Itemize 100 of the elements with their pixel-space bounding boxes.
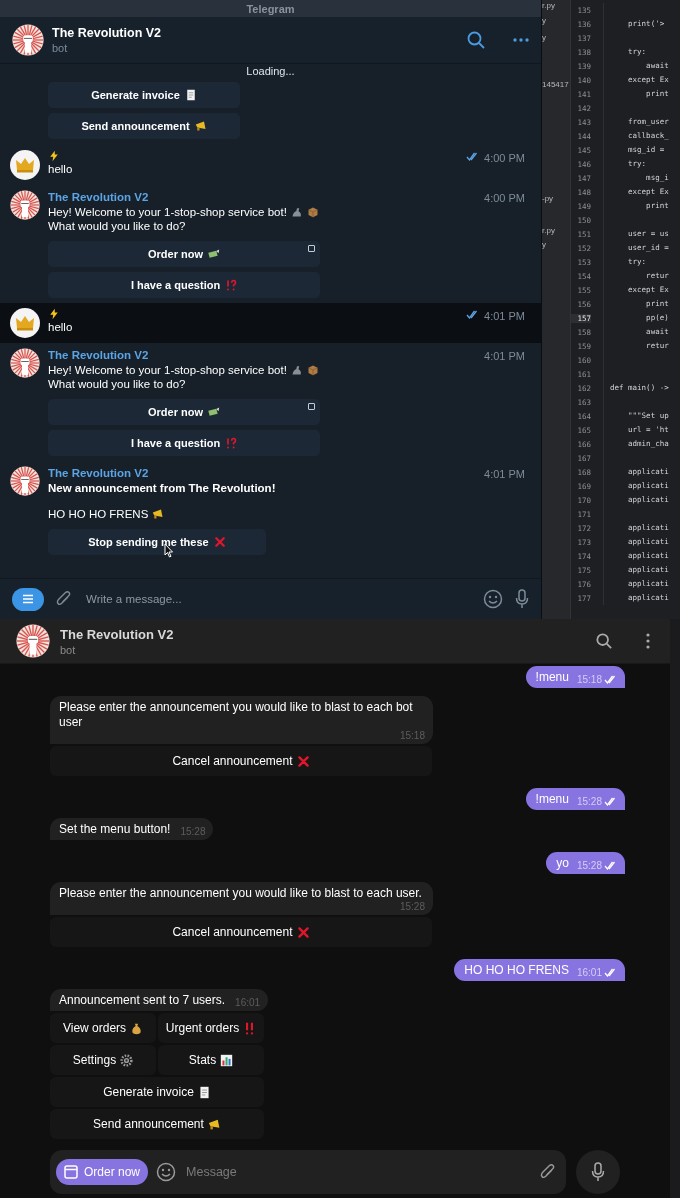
keyboard-button[interactable]: Stop sending me these [48,529,266,555]
fist-logo-avatar [10,190,40,220]
receipt-icon [197,1085,211,1099]
paperclip-icon[interactable] [540,1163,556,1181]
message-time: 15:28 [399,901,425,912]
chat-subtitle: bot [52,42,69,54]
fist-logo-avatar [12,24,44,56]
keyboard-button[interactable]: Cancel announcement [50,917,432,947]
message-text: Hey! Welcome to your 1-stop-shop service bot! [48,205,287,219]
keyboard-button[interactable]: Generate invoice [50,1077,264,1107]
more-button[interactable] [646,633,650,649]
more-button[interactable] [513,38,529,42]
search-button[interactable] [467,31,485,49]
chat-title: The Revolution V2 [52,26,163,40]
keyboard-button[interactable]: Send announcement [48,113,240,139]
keyboard-button[interactable]: Order now [48,399,320,425]
more-icon [646,633,650,649]
microphone-icon [591,1162,605,1182]
megaphone-icon [152,508,165,520]
message-text: Please enter the announcement you would like to blast to each user. [59,886,423,901]
window-title: Telegram [246,2,295,15]
chat-subtitle: bot [60,643,77,656]
fist-logo-avatar [16,624,50,658]
megaphone-icon [194,120,207,132]
emoji-icon[interactable] [156,1162,177,1182]
message-text: HO HO HO FRENS [48,507,149,521]
message-input[interactable]: Message [184,1164,532,1180]
window-icon [64,1165,78,1179]
message-time: 4:00 PM [484,152,525,164]
keyboard-button[interactable]: I have a question [48,430,320,456]
search-icon [467,31,485,49]
keyboard-button[interactable]: Generate invoice [48,82,240,108]
file-name[interactable]: y [542,15,570,26]
cross-icon [296,925,310,939]
message-input[interactable]: Write a message... [84,592,471,606]
file-name[interactable]: -py [542,193,570,204]
box-icon [306,206,319,218]
message-text: Hey! Welcome to your 1-stop-shop service bot! [48,363,287,377]
menu-icon [22,594,34,604]
message-text: !menu [535,791,569,807]
microphone-button[interactable] [576,1150,620,1194]
file-name[interactable]: y [542,239,570,250]
message-text: What would you like to do? [48,219,186,233]
fist-logo-avatar [10,466,40,496]
message-time: 16:01 [576,967,602,978]
sender-name: The Revolution V2 [48,348,149,363]
message-text: hello [48,320,73,334]
receipt-icon [184,89,197,101]
file-name[interactable]: y [542,32,570,43]
keyboard-button[interactable]: Stats [158,1045,264,1075]
keyboard-button[interactable]: Settings [50,1045,156,1075]
paperclip-icon[interactable] [56,590,72,608]
keyboard-button[interactable]: Send announcement [50,1109,264,1139]
keyboard-button[interactable]: Order now [48,241,320,267]
message-time: 16:01 [235,997,261,1008]
keyboard-button[interactable]: I have a question [48,272,320,298]
message-time: 15:28 [180,826,206,837]
cross-icon [213,536,226,548]
banknote-icon [208,406,220,418]
message-time: 4:01 PM [484,468,525,480]
message-time: 4:01 PM [484,310,525,322]
sender-name: The Revolution V2 [48,466,149,481]
interrobang-icon [225,437,238,449]
arm-icon [290,364,303,376]
keyboard-button[interactable]: Cancel announcement [50,746,432,776]
message-text: What would you like to do? [48,377,186,391]
microphone-icon[interactable] [515,589,529,609]
keyboard-button[interactable]: View orders [50,1013,156,1043]
emoji-icon[interactable] [483,589,503,609]
message-text: yo [556,855,569,871]
message-text: Announcement sent to 7 users. [59,993,226,1008]
web-app-icon [308,245,315,252]
crown-avatar [10,150,40,180]
keyboard-button[interactable]: Urgent orders [158,1013,264,1043]
message-text: New announcement from The Revolution! [48,481,276,495]
file-name[interactable]: r.py [542,225,570,236]
message-text: Set the menu button! [59,822,171,837]
lightning-icon [48,308,60,320]
fist-logo-avatar [10,348,40,378]
order-now-button[interactable]: Order now [56,1159,149,1185]
gear-icon [120,1053,134,1067]
web-app-icon [308,403,315,410]
loading-text: Loading... [246,65,295,77]
crown-avatar [10,308,40,338]
message-text: hello [48,162,73,176]
message-text: HO HO HO FRENS [464,962,569,978]
message-text: Please enter the announcement you would like to blast to each bot user [59,700,414,730]
message-time: 15:28 [576,796,602,807]
lightning-icon [48,150,60,162]
file-name[interactable]: 145417 [542,79,570,90]
menu-button[interactable] [12,587,44,611]
money-bag-icon [130,1021,144,1035]
more-icon [513,38,529,42]
arm-icon [290,206,303,218]
search-button[interactable] [596,633,612,649]
interrobang-icon [225,279,238,291]
file-name[interactable]: r.py [542,0,570,11]
message-time: 15:18 [576,674,602,685]
message-time: 15:28 [576,860,602,871]
message-time: 4:01 PM [484,350,525,362]
